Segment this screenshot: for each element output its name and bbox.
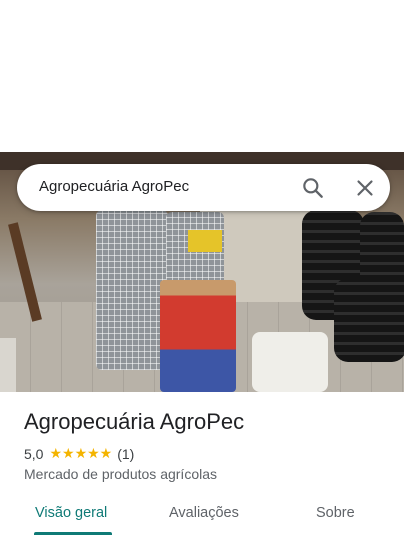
star-rating-icon: ★★★★★	[49, 445, 113, 461]
search-bar[interactable]: Agropecuária AgroPec	[17, 164, 390, 211]
photo-label	[188, 230, 222, 252]
tab-selected-indicator	[34, 532, 112, 535]
search-icon[interactable]	[300, 175, 326, 201]
map-blank-area	[0, 0, 408, 152]
tab-bar: Visão geral Avaliações Sobre	[0, 492, 408, 544]
photo-box	[0, 338, 16, 392]
rating-value: 5,0	[24, 445, 44, 462]
tab-reviews[interactable]: Avaliações	[169, 505, 239, 521]
photo-white-sack	[252, 332, 328, 392]
tab-overview[interactable]: Visão geral	[35, 505, 107, 521]
place-title: Agropecuária AgroPec	[24, 409, 245, 434]
close-icon[interactable]	[352, 175, 378, 201]
photo-hose-coil	[360, 212, 404, 302]
tab-about[interactable]: Sobre	[316, 505, 355, 521]
photo-wire-roll	[96, 210, 168, 370]
place-category: Mercado de produtos agrícolas	[24, 466, 217, 482]
search-query-text[interactable]: Agropecuária AgroPec	[39, 178, 189, 195]
review-count[interactable]: (1)	[117, 446, 134, 462]
rating-row[interactable]: 5,0 ★★★★★ (1)	[24, 445, 134, 462]
photo-sack	[160, 280, 236, 392]
